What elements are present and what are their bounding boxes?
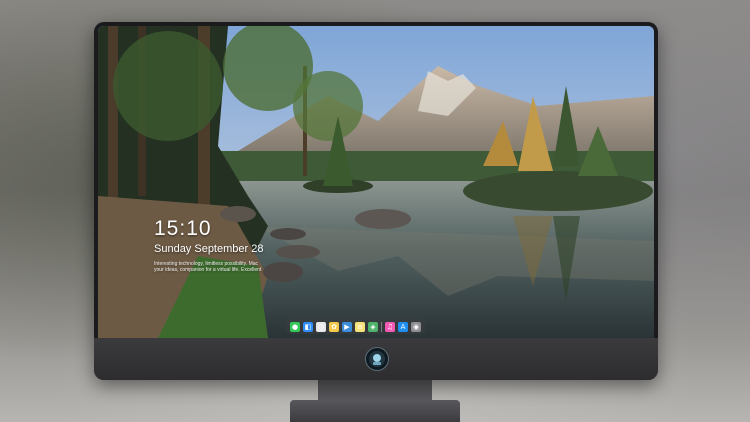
lockscreen-clock: 15:10 Sunday September 28 Interesting te… bbox=[154, 217, 264, 274]
lockscreen-info-text: Interesting technology, limitless possib… bbox=[154, 261, 264, 273]
appstore-icon[interactable]: A bbox=[398, 321, 408, 332]
photos-icon[interactable]: ✿ bbox=[329, 321, 339, 332]
dock: ● ◧ ◷ ✿ ▶ ≡ ◈ ♫ A ◉ bbox=[286, 319, 425, 334]
desktop-screen: 15:10 Sunday September 28 Interesting te… bbox=[98, 26, 654, 338]
monitor-chin bbox=[94, 338, 658, 380]
monitor-stand-neck bbox=[318, 380, 432, 402]
imac-monitor: 15:10 Sunday September 28 Interesting te… bbox=[94, 22, 658, 380]
maps-icon[interactable]: ◈ bbox=[368, 321, 378, 332]
logo-mark-icon bbox=[369, 351, 385, 367]
wallpaper-lake-landscape bbox=[98, 26, 654, 338]
info-line-2: your ideas, companion for a virtual life… bbox=[154, 267, 262, 273]
finder-icon[interactable]: ◧ bbox=[303, 321, 313, 332]
dock-separator bbox=[381, 321, 382, 332]
video-icon[interactable]: ▶ bbox=[342, 321, 352, 332]
camera-icon[interactable]: ◉ bbox=[411, 321, 421, 332]
clock-date: Sunday September 28 bbox=[154, 243, 264, 255]
music-icon[interactable]: ♫ bbox=[385, 321, 395, 332]
brand-logo-icon bbox=[365, 347, 389, 371]
clock-time: 15:10 bbox=[154, 217, 212, 240]
monitor-stand-base bbox=[290, 400, 460, 422]
messages-icon[interactable]: ● bbox=[290, 321, 300, 332]
notes-icon[interactable]: ≡ bbox=[355, 321, 365, 332]
clock-icon[interactable]: ◷ bbox=[316, 321, 326, 332]
